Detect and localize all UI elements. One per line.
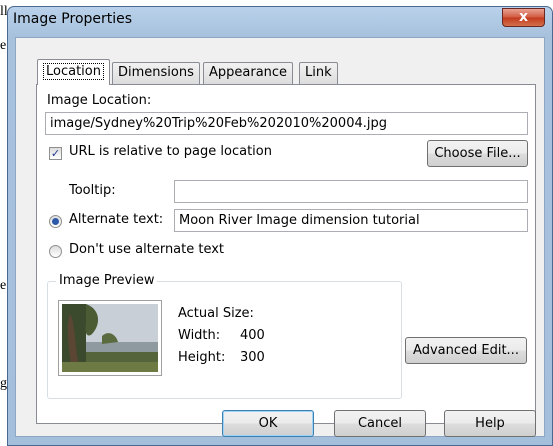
- width-label: Width:: [178, 328, 221, 343]
- background-text: e: [0, 278, 7, 293]
- width-value: 400: [240, 328, 265, 343]
- image-preview-thumbnail: [62, 304, 158, 372]
- ok-button[interactable]: OK: [222, 410, 314, 437]
- help-button[interactable]: Help: [444, 410, 536, 437]
- alternate-text-input[interactable]: Moon River Image dimension tutorial: [174, 209, 528, 232]
- image-preview-legend: Image Preview: [56, 273, 158, 288]
- alternate-text-label: Alternate text:: [69, 212, 164, 227]
- image-location-input[interactable]: image/Sydney%20Trip%20Feb%202010%20004.j…: [45, 112, 528, 135]
- alternate-text-radio[interactable]: [49, 215, 62, 228]
- image-location-label: Image Location:: [47, 93, 152, 108]
- radio-selected-dot: [52, 218, 59, 225]
- title-bar[interactable]: Image Properties x: [8, 7, 552, 37]
- image-properties-dialog: Image Properties x Location Dimensions A…: [7, 6, 553, 446]
- tab-dimensions[interactable]: Dimensions: [112, 62, 200, 84]
- url-relative-checkbox[interactable]: ✓: [49, 147, 62, 160]
- height-value: 300: [240, 350, 265, 365]
- tab-appearance[interactable]: Appearance: [203, 62, 294, 84]
- close-button[interactable]: x: [502, 8, 545, 27]
- image-preview-frame: [58, 300, 162, 376]
- dialog-body: Location Dimensions Appearance Link Imag…: [15, 37, 545, 437]
- tooltip-label: Tooltip:: [69, 183, 116, 198]
- check-icon: ✓: [50, 147, 61, 160]
- tab-link[interactable]: Link: [299, 62, 338, 84]
- actual-size-label: Actual Size:: [178, 306, 254, 321]
- height-label: Height:: [178, 350, 226, 365]
- cancel-button[interactable]: Cancel: [334, 410, 426, 437]
- location-tab-panel: Image Location: image/Sydney%20Trip%20Fe…: [36, 84, 536, 424]
- image-preview-group: Image Preview Actual Size: Width: 400 He…: [47, 273, 402, 399]
- no-alt-text-radio[interactable]: [49, 245, 62, 258]
- dialog-title: Image Properties: [13, 11, 133, 27]
- no-alt-text-label: Don't use alternate text: [69, 242, 225, 257]
- background-text: e: [0, 38, 7, 53]
- close-icon: x: [518, 9, 529, 25]
- background-text: g: [0, 376, 7, 391]
- url-relative-label: URL is relative to page location: [69, 144, 272, 159]
- advanced-edit-button[interactable]: Advanced Edit...: [405, 337, 527, 364]
- tab-location[interactable]: Location: [37, 59, 110, 85]
- choose-file-button[interactable]: Choose File...: [427, 140, 528, 167]
- tooltip-input[interactable]: [174, 180, 528, 203]
